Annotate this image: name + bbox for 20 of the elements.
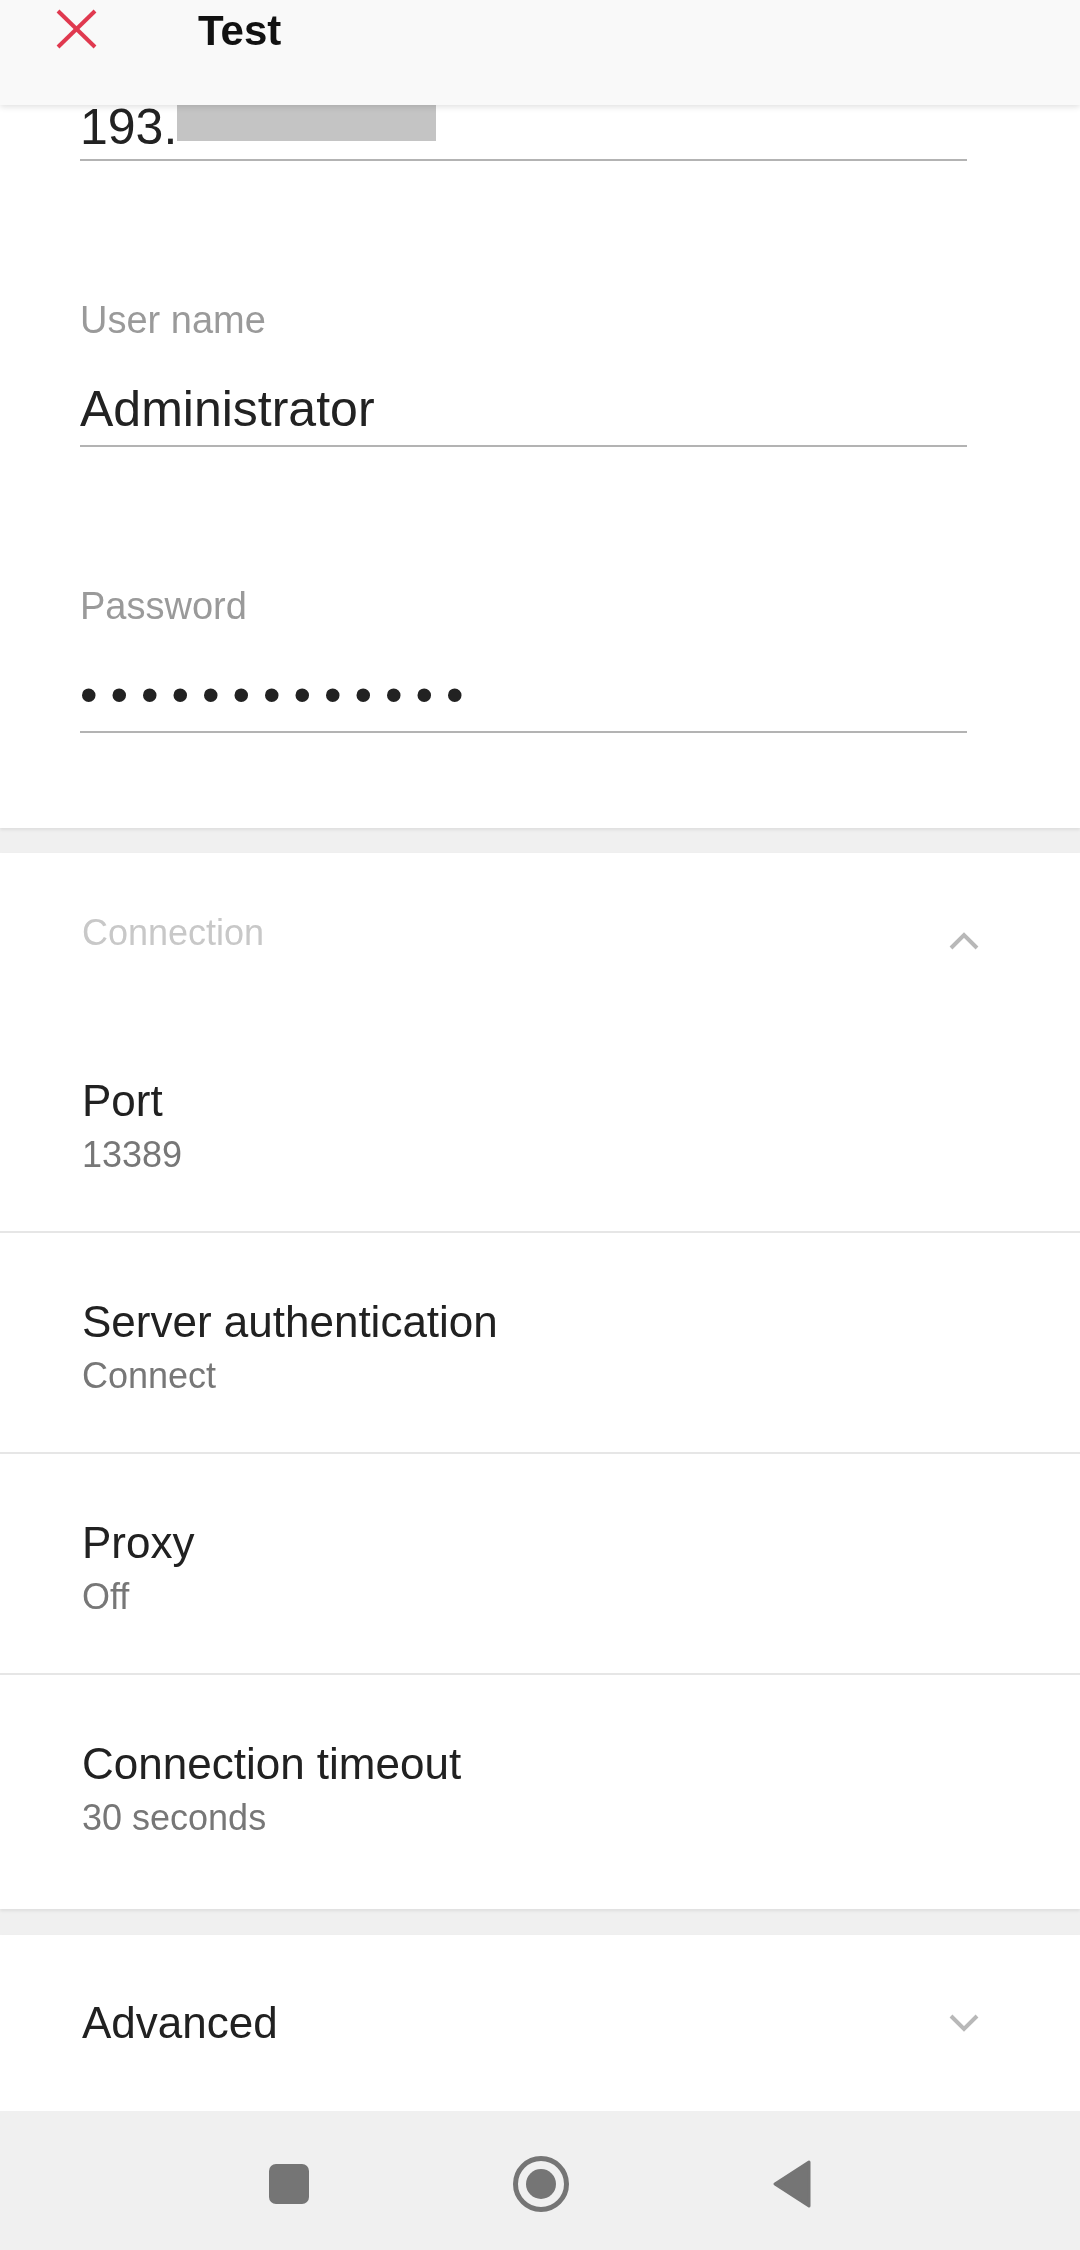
square-icon[interactable] xyxy=(269,2163,309,2204)
password-field[interactable]: ••••••••••••• xyxy=(80,673,967,733)
close-icon xyxy=(55,8,98,50)
setting-value: 30 seconds xyxy=(82,1800,267,1836)
setting-value: 13389 xyxy=(82,1137,183,1173)
text-field[interactable]: 193. xyxy=(80,105,967,161)
field-label: Password xyxy=(80,587,248,625)
setting-title: Connection timeout xyxy=(82,1742,462,1786)
setting-value: Off xyxy=(82,1579,130,1615)
screen-title: Test xyxy=(198,10,282,52)
close-button[interactable] xyxy=(55,8,98,50)
section-header[interactable]: Advanced xyxy=(0,1935,1080,2111)
field-label: User name xyxy=(80,301,267,339)
text-field[interactable]: Administrator xyxy=(80,387,967,447)
setting-title: Server authentication xyxy=(82,1300,498,1344)
setting-title: Proxy xyxy=(82,1521,195,1565)
setting-title: Port xyxy=(82,1079,163,1123)
back-icon[interactable] xyxy=(773,2159,811,2208)
circle-icon[interactable] xyxy=(513,2155,569,2212)
setting-value: Connect xyxy=(82,1358,217,1394)
